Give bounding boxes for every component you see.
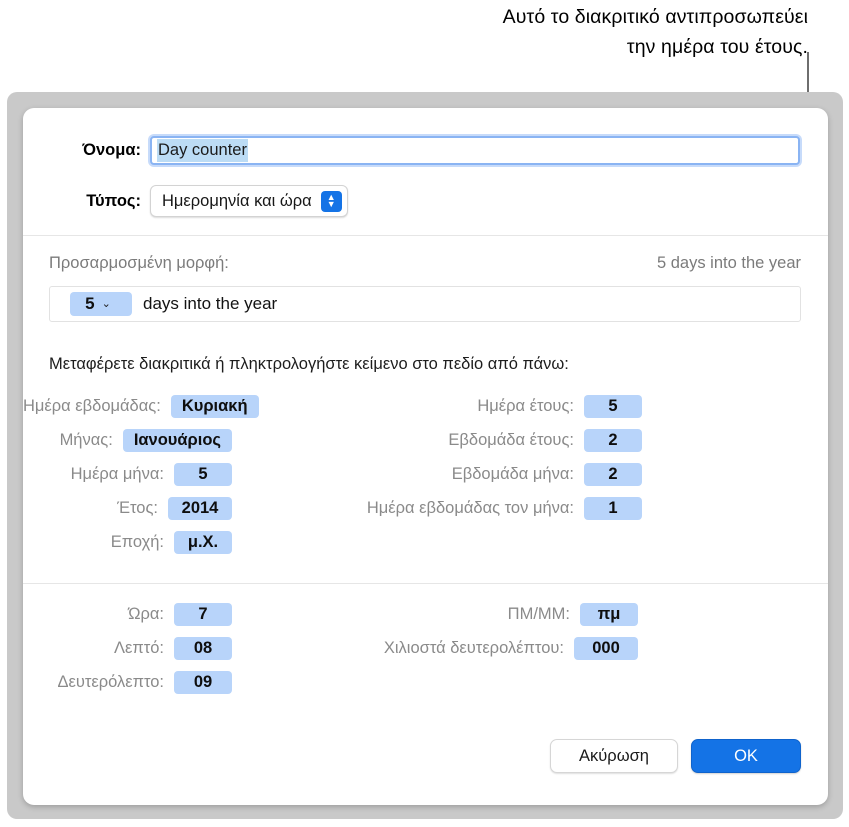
token-row-era: Εποχή: μ.Χ. (23, 531, 232, 554)
token-row-week-of-month: Εβδομάδα μήνα: 2 (275, 463, 642, 486)
token-label: Μήνας: (59, 431, 113, 449)
type-label: Τύπος: (86, 191, 141, 210)
token-row-second: Δευτερόλεπτο: 09 (23, 671, 232, 694)
token-row-day-of-month: Ημέρα μήνα: 5 (23, 463, 232, 486)
token-label: Εποχή: (110, 533, 164, 551)
format-token-value: 5 (85, 294, 95, 313)
token-label: Λεπτό: (113, 639, 164, 657)
callout-line-2: την ημέρα του έτους. (626, 36, 808, 58)
custom-format-dialog: Όνομα: Day counter Τύπος: Ημερομηνία και… (23, 108, 828, 805)
dialog-footer: Ακύρωση OK (550, 739, 801, 773)
token-label: Εβδομάδα μήνα: (451, 465, 574, 483)
type-popup-button[interactable]: Ημερομηνία και ώρα ▲ ▼ (150, 185, 348, 217)
token-row-weekday: Ημέρα εβδομάδας: Κυριακή (23, 395, 259, 418)
token-label: Εβδομάδα έτους: (448, 431, 574, 449)
format-token-day-of-year[interactable]: 5 ⌄ (70, 292, 132, 316)
format-trailing-text: days into the year (143, 294, 278, 313)
token-weekday-of-month[interactable]: 1 (584, 497, 642, 520)
type-row: Τύπος: Ημερομηνία και ώρα ▲ ▼ (49, 185, 348, 217)
token-hour[interactable]: 7 (174, 603, 232, 626)
token-weekday[interactable]: Κυριακή (170, 395, 259, 418)
token-label: Έτος: (117, 499, 158, 517)
token-row-week-of-year: Εβδομάδα έτους: 2 (275, 429, 642, 452)
token-row-weekday-of-month: Ημέρα εβδομάδας τον μήνα: 1 (275, 497, 642, 520)
token-week-of-year[interactable]: 2 (584, 429, 642, 452)
name-input-value: Day counter (157, 139, 248, 162)
token-label: Ώρα: (128, 605, 164, 623)
token-label: Ημέρα μήνα: (70, 465, 164, 483)
name-row: Όνομα: Day counter (49, 136, 800, 165)
token-row-hour: Ώρα: 7 (23, 603, 232, 626)
token-row-year: Έτος: 2014 (23, 497, 232, 520)
custom-format-label: Προσαρμοσμένη μορφή: (49, 254, 229, 272)
chevron-down-icon[interactable]: ⌄ (102, 298, 111, 310)
name-label: Όνομα: (82, 141, 141, 159)
callout-line-1: Αυτό το διακριτικό αντιπροσωπεύει (502, 6, 808, 28)
token-year[interactable]: 2014 (168, 497, 232, 520)
divider-bottom (23, 583, 828, 584)
token-day-of-year[interactable]: 5 (584, 395, 642, 418)
callout-annotation: Αυτό το διακριτικό αντιπροσωπεύει την ημ… (300, 2, 808, 62)
token-era[interactable]: μ.Χ. (174, 531, 232, 554)
token-day-of-month[interactable]: 5 (174, 463, 232, 486)
token-row-milliseconds: Χιλιοστά δευτερολέπτου: 000 (275, 637, 638, 660)
token-label: Δευτερόλεπτο: (57, 673, 164, 691)
token-milliseconds[interactable]: 000 (574, 637, 638, 660)
token-row-minute: Λεπτό: 08 (23, 637, 232, 660)
chevron-up-down-icon: ▲ ▼ (320, 190, 342, 212)
custom-format-preview: 5 days into the year (656, 254, 801, 272)
token-am-pm[interactable]: πμ (580, 603, 638, 626)
token-label: Ημέρα εβδομάδας: (23, 397, 161, 415)
instruction-text: Μεταφέρετε διακριτικά ή πληκτρολογήστε κ… (49, 355, 569, 373)
token-week-of-month[interactable]: 2 (584, 463, 642, 486)
token-label: Χιλιοστά δευτερολέπτου: (383, 639, 564, 657)
token-month[interactable]: Ιανουάριος (122, 429, 232, 452)
ok-button[interactable]: OK (691, 739, 801, 773)
name-input[interactable]: Day counter (150, 136, 800, 165)
token-row-day-of-year: Ημέρα έτους: 5 (275, 395, 642, 418)
token-label: Ημέρα έτους: (477, 397, 574, 415)
token-minute[interactable]: 08 (174, 637, 232, 660)
token-row-am-pm: ΠΜ/ΜΜ: πμ (275, 603, 638, 626)
cancel-button[interactable]: Ακύρωση (550, 739, 678, 773)
divider-top (23, 235, 828, 236)
custom-format-field[interactable]: 5 ⌄ days into the year (49, 286, 801, 322)
token-row-month: Μήνας: Ιανουάριος (23, 429, 232, 452)
token-label: ΠΜ/ΜΜ: (507, 605, 570, 623)
token-label: Ημέρα εβδομάδας τον μήνα: (366, 499, 574, 517)
type-popup-value: Ημερομηνία και ώρα (162, 191, 312, 210)
token-second[interactable]: 09 (174, 671, 232, 694)
